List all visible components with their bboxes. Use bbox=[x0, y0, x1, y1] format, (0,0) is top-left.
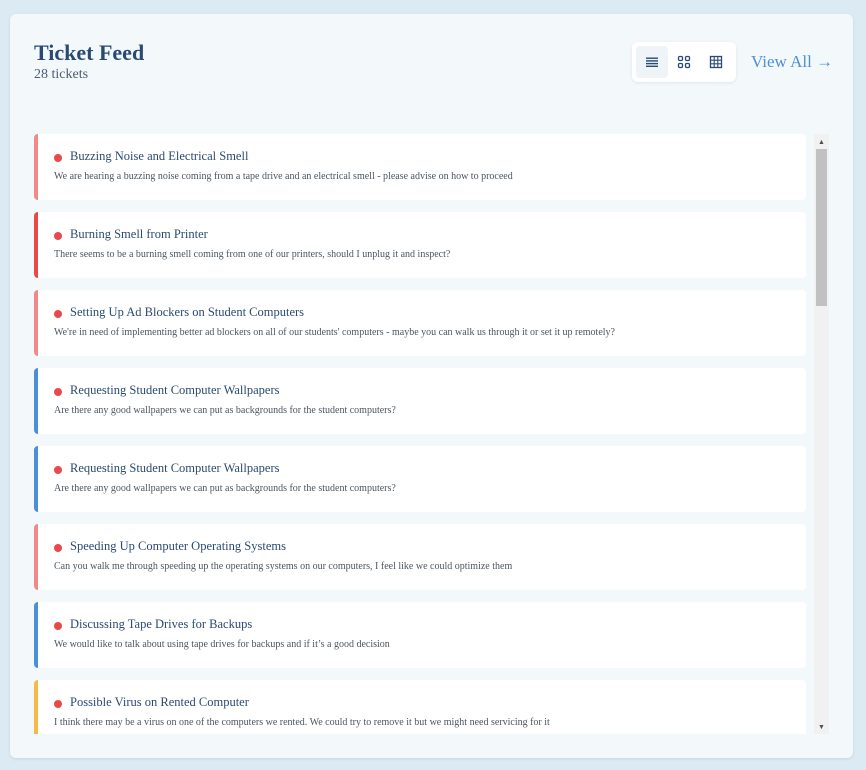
table-icon bbox=[709, 55, 723, 69]
ticket-card[interactable]: Possible Virus on Rented Computer I thin… bbox=[34, 680, 806, 734]
ticket-card[interactable]: Burning Smell from Printer There seems t… bbox=[34, 212, 806, 278]
priority-dot bbox=[54, 388, 62, 396]
ticket-card[interactable]: Buzzing Noise and Electrical Smell We ar… bbox=[34, 134, 806, 200]
ticket-card[interactable]: Setting Up Ad Blockers on Student Comput… bbox=[34, 290, 806, 356]
view-all-link[interactable]: View All → bbox=[751, 52, 833, 72]
ticket-description: We are hearing a buzzing noise coming fr… bbox=[54, 171, 513, 182]
scroll-down-arrow-icon[interactable]: ▼ bbox=[814, 719, 829, 734]
page-title: Ticket Feed bbox=[34, 40, 145, 65]
ticket-feed-card: Ticket Feed 28 tickets View All → Buzzin… bbox=[10, 14, 853, 758]
ticket-title: Discussing Tape Drives for Backups bbox=[70, 617, 253, 631]
ticket-title: Possible Virus on Rented Computer bbox=[70, 695, 249, 709]
scroll-up-arrow-icon[interactable]: ▲ bbox=[814, 134, 829, 149]
ticket-title: Speeding Up Computer Operating Systems bbox=[70, 539, 286, 553]
ticket-card[interactable]: Requesting Student Computer Wallpapers A… bbox=[34, 368, 806, 434]
view-mode-toggle bbox=[632, 42, 736, 82]
priority-dot bbox=[54, 544, 62, 552]
ticket-list: Buzzing Noise and Electrical Smell We ar… bbox=[34, 134, 806, 734]
priority-dot bbox=[54, 232, 62, 240]
grid-view-button[interactable] bbox=[668, 46, 700, 78]
ticket-description: Can you walk me through speeding up the … bbox=[54, 561, 513, 572]
ticket-title: Requesting Student Computer Wallpapers bbox=[70, 383, 280, 397]
table-view-button[interactable] bbox=[700, 46, 732, 78]
list-view-button[interactable] bbox=[636, 46, 668, 78]
ticket-card[interactable]: Requesting Student Computer Wallpapers A… bbox=[34, 446, 806, 512]
priority-dot bbox=[54, 700, 62, 708]
ticket-card[interactable]: Speeding Up Computer Operating Systems C… bbox=[34, 524, 806, 590]
ticket-description: We would like to talk about using tape d… bbox=[54, 639, 390, 650]
ticket-description: I think there may be a virus on one of t… bbox=[54, 717, 550, 728]
ticket-title: Buzzing Noise and Electrical Smell bbox=[70, 149, 249, 163]
grid-icon bbox=[677, 55, 691, 69]
priority-dot bbox=[54, 310, 62, 318]
priority-dot bbox=[54, 154, 62, 162]
ticket-count: 28 tickets bbox=[34, 67, 89, 82]
ticket-title: Setting Up Ad Blockers on Student Comput… bbox=[70, 305, 305, 319]
ticket-description: Are there any good wallpapers we can put… bbox=[54, 405, 396, 416]
scroll-thumb[interactable] bbox=[816, 149, 827, 306]
ticket-title: Requesting Student Computer Wallpapers bbox=[70, 461, 280, 475]
ticket-description: We're in need of implementing better ad … bbox=[54, 327, 615, 338]
ticket-title: Burning Smell from Printer bbox=[70, 227, 208, 241]
ticket-description: There seems to be a burning smell coming… bbox=[54, 249, 451, 260]
ticket-card[interactable]: Discussing Tape Drives for Backups We wo… bbox=[34, 602, 806, 668]
ticket-description: Are there any good wallpapers we can put… bbox=[54, 483, 396, 494]
priority-dot bbox=[54, 622, 62, 630]
list-icon bbox=[646, 57, 658, 67]
priority-dot bbox=[54, 466, 62, 474]
feed-scrollbar[interactable]: ▲ ▼ bbox=[814, 134, 829, 734]
